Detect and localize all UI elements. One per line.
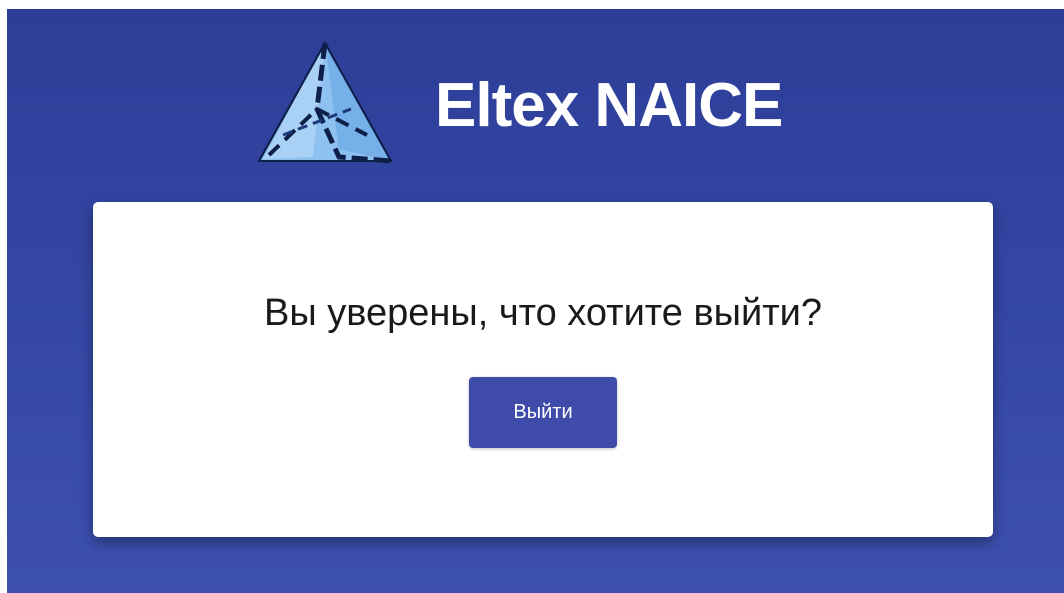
brand-header: Eltex NAICE (255, 39, 855, 169)
page-background: Eltex NAICE Вы уверены, что хотите выйти… (7, 9, 1064, 593)
logout-button[interactable]: Выйти (469, 377, 617, 448)
app-title: Eltex NAICE (435, 71, 783, 140)
logout-question: Вы уверены, что хотите выйти? (264, 292, 822, 334)
eltex-triangle-logo-icon (257, 40, 393, 164)
logout-dialog: Вы уверены, что хотите выйти? Выйти (93, 202, 993, 537)
